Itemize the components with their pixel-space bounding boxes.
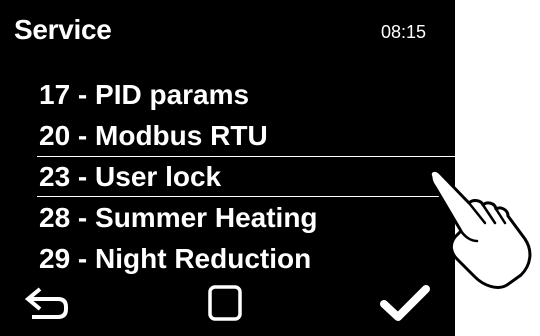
back-button[interactable] — [22, 280, 72, 326]
back-arrow-icon — [24, 287, 68, 319]
menu-item-night-reduction[interactable]: 29 - Night Reduction — [0, 238, 455, 279]
pointing-hand-icon — [425, 165, 537, 298]
menu-item-summer-heating[interactable]: 28 - Summer Heating — [0, 197, 455, 238]
home-button[interactable] — [200, 280, 250, 326]
confirm-button[interactable] — [380, 280, 430, 326]
menu-item-user-lock[interactable]: 23 - User lock — [37, 156, 455, 197]
device-screen: Service 08:15 17 - PID params 20 - Modbu… — [0, 0, 455, 336]
clock-time: 08:15 — [381, 22, 427, 42]
square-icon — [208, 285, 242, 321]
service-menu-list: 17 - PID params 20 - Modbus RTU 23 - Use… — [0, 74, 455, 279]
page-title: Service — [14, 14, 112, 45]
checkmark-icon — [380, 285, 430, 321]
menu-item-modbus-rtu[interactable]: 20 - Modbus RTU — [0, 115, 455, 156]
menu-item-pid-params[interactable]: 17 - PID params — [0, 74, 455, 115]
